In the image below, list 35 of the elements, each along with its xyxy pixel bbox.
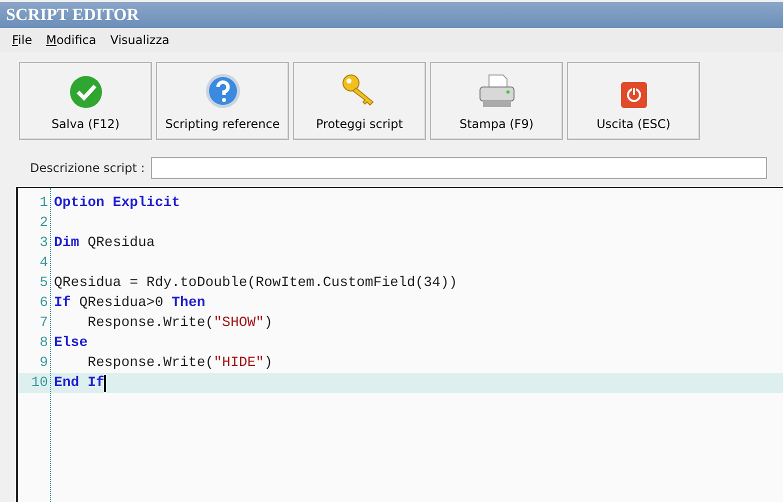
scripting-reference-button[interactable]: Scripting reference — [156, 62, 289, 140]
line-number: 4 — [38, 255, 49, 271]
code-editor[interactable]: 1 Option Explicit 2 3 Dim QResidua 4 5 QResidua = Rdy.toDouble(RowItem.CustomField(34)) 6 If QResidua>0 Then 7 Response.Write("SHOW") 8 Else 9 Response.Write("HIDE") 10 End If — [16, 187, 783, 502]
code-line: Dim QResidua — [54, 235, 155, 251]
menu-item[interactable]: Visualizza — [110, 33, 170, 47]
help-icon — [204, 73, 240, 109]
code-line: Response.Write("SHOW") — [86, 315, 272, 331]
line-number: 8 — [38, 335, 49, 351]
description-label: Descrizione script : — [30, 161, 145, 175]
checkmark-icon — [68, 75, 102, 109]
window-title: SCRIPT EDITOR — [6, 5, 140, 25]
code-line: End If — [54, 374, 106, 392]
code-line: QResidua = Rdy.toDouble(RowItem.CustomField(34)) — [54, 275, 458, 291]
code-line: If QResidua>0 Then — [54, 295, 206, 311]
text-caret — [104, 374, 106, 392]
line-number: 2 — [38, 215, 49, 231]
code-line: Response.Write("HIDE") — [86, 355, 272, 371]
printer-icon — [476, 73, 516, 109]
line-number: 5 — [38, 275, 49, 291]
line-number: 1 — [38, 195, 49, 211]
menu-item[interactable]: File — [12, 33, 32, 47]
save-button[interactable]: Salva (F12) — [19, 62, 152, 140]
menu-item[interactable]: Modifica — [46, 33, 96, 47]
line-number: 9 — [38, 355, 49, 371]
power-icon — [620, 81, 648, 109]
description-field[interactable] — [150, 157, 767, 179]
code-line: Option Explicit — [54, 195, 180, 211]
exit-button[interactable]: Uscita (ESC) — [567, 62, 700, 140]
protect-script-button[interactable]: Proteggi script — [293, 62, 426, 140]
print-button[interactable]: Stampa (F9) — [430, 62, 563, 140]
line-number: 3 — [38, 235, 49, 251]
line-number: 10 — [30, 375, 49, 391]
line-number: 7 — [38, 315, 49, 331]
line-number: 6 — [38, 295, 49, 311]
code-line: Else — [54, 335, 88, 351]
